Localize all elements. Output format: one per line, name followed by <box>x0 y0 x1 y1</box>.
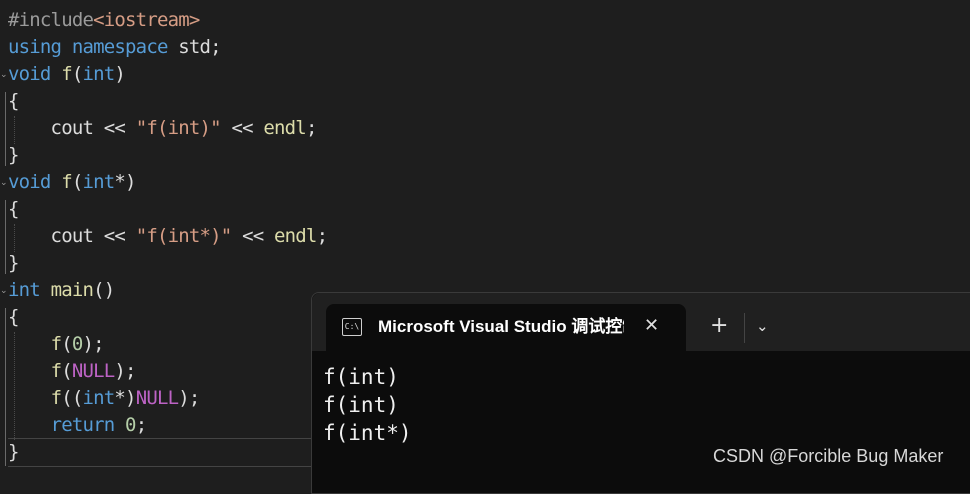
code-token: endl <box>274 225 317 247</box>
code-token: void <box>8 63 51 85</box>
code-token: std; <box>167 36 221 58</box>
code-line: using namespace std; <box>8 34 222 61</box>
code-token: cout <box>8 117 104 139</box>
scope-guide <box>5 200 6 274</box>
code-token: } <box>8 441 19 463</box>
scope-guide <box>5 308 6 466</box>
close-icon[interactable]: ✕ <box>644 315 659 337</box>
code-token: void <box>8 171 51 193</box>
code-token: ( <box>61 360 72 382</box>
code-token: int <box>82 387 115 409</box>
terminal-tab-bar: C:\ Microsoft Visual Studio 调试控制台 ✕ + ⌄ <box>312 293 970 351</box>
code-token: NULL <box>135 387 179 409</box>
code-line: f(NULL); <box>8 358 137 385</box>
code-token: f <box>50 387 62 409</box>
watermark-text: CSDN @Forcible Bug Maker <box>713 446 944 466</box>
fold-toggle-icon[interactable]: ⌄ <box>0 179 8 188</box>
code-token: ); <box>178 387 200 409</box>
code-token: 0 <box>125 414 136 436</box>
code-token: *) <box>114 171 136 193</box>
code-token: ); <box>114 360 136 382</box>
code-token: main <box>50 279 94 301</box>
code-line: { <box>8 88 19 115</box>
code-line: void f(int) <box>8 61 126 88</box>
code-line: return 0; <box>8 412 148 439</box>
console-output-line: f(int) <box>323 393 399 417</box>
code-token: ( <box>71 171 83 193</box>
code-token: #include <box>8 9 94 31</box>
code-line: void f(int*) <box>8 169 136 196</box>
console-icon: C:\ <box>342 318 362 336</box>
code-token: using <box>8 36 62 58</box>
code-line: cout << "f(int*)" << endl; <box>8 223 328 250</box>
chevron-down-icon[interactable]: ⌄ <box>756 316 769 336</box>
code-token: ) <box>114 63 126 85</box>
code-token: ; <box>305 117 317 139</box>
code-token: () <box>93 279 115 301</box>
code-token: return <box>50 414 116 436</box>
code-token: "f(int*)" <box>135 225 233 247</box>
code-token: (( <box>61 387 83 409</box>
code-token: << <box>220 117 264 139</box>
code-line: { <box>8 304 19 331</box>
code-token: int <box>8 279 41 301</box>
new-tab-button[interactable]: + <box>710 314 728 338</box>
code-token: } <box>8 252 19 274</box>
code-token: int <box>82 63 115 85</box>
code-token: f <box>50 333 62 355</box>
scope-guide <box>5 92 6 166</box>
fold-toggle-icon[interactable]: ⌄ <box>0 287 8 296</box>
indent-guide <box>14 116 15 144</box>
code-line: } <box>8 142 19 169</box>
code-token: f <box>61 171 72 193</box>
code-token: *) <box>114 387 136 409</box>
code-token: ; <box>135 414 147 436</box>
tab-title: Microsoft Visual Studio 调试控制台 <box>378 317 624 336</box>
code-token: 0 <box>71 333 83 355</box>
indent-guide <box>14 224 15 252</box>
tab-divider <box>744 313 745 343</box>
code-token: { <box>8 198 19 220</box>
code-token: << <box>103 225 126 247</box>
code-token: << <box>231 225 275 247</box>
code-line: cout << "f(int)" << endl; <box>8 115 318 142</box>
code-token: } <box>8 144 19 166</box>
code-token: endl <box>263 117 306 139</box>
code-token: { <box>8 90 19 112</box>
code-token: ( <box>61 333 72 355</box>
code-token: { <box>8 306 19 328</box>
code-line: int main() <box>8 277 115 304</box>
code-line: } <box>8 250 19 277</box>
terminal-tab[interactable]: C:\ Microsoft Visual Studio 调试控制台 ✕ <box>326 304 686 351</box>
code-token: f <box>50 360 62 382</box>
code-token: cout <box>8 225 104 247</box>
fold-toggle-icon[interactable]: ⌄ <box>0 71 8 80</box>
code-token: ( <box>71 63 83 85</box>
console-output-line: f(int*) <box>323 421 412 445</box>
code-token: namespace <box>71 36 169 58</box>
code-line: } <box>8 439 19 466</box>
code-token: << <box>103 117 126 139</box>
code-line: f(0); <box>8 331 105 358</box>
code-token: f <box>61 63 72 85</box>
console-output-line: f(int) <box>323 365 399 389</box>
code-token: int <box>82 171 115 193</box>
code-line: #include<iostream> <box>8 7 200 34</box>
code-line: { <box>8 196 19 223</box>
indent-guide <box>14 332 15 440</box>
code-token: NULL <box>71 360 115 382</box>
code-token: ); <box>82 333 104 355</box>
code-token: "f(int)" <box>135 117 222 139</box>
code-line: f((int*)NULL); <box>8 385 201 412</box>
code-token: <iostream> <box>93 9 200 31</box>
code-token: ; <box>316 225 328 247</box>
